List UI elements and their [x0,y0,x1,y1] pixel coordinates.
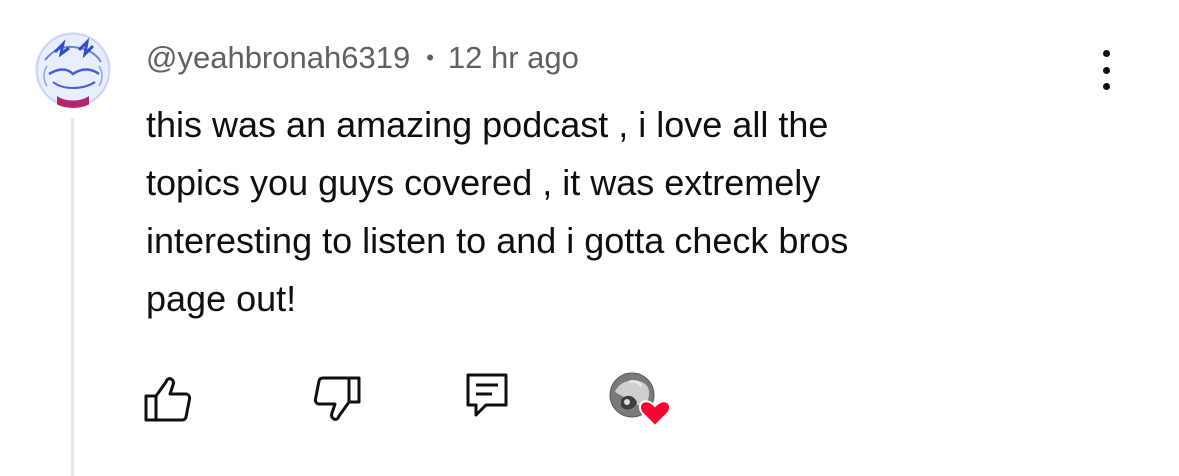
dislike-button[interactable] [313,376,361,422]
comment-timestamp: 12 hr ago [447,40,579,75]
like-button[interactable] [144,376,192,422]
thumbs-up-icon [144,377,192,422]
comment-text-line: topics you guys covered , it was extreme… [146,162,821,203]
author-avatar[interactable] [35,32,111,108]
more-options-button[interactable] [1088,46,1124,94]
comment-text-line: this was an amazing podcast , i love all… [146,104,829,145]
reply-thread-line [71,118,74,476]
comment-text-line: interesting to listen to and i gotta che… [146,220,849,261]
comment-text: this was an amazing podcast , i love all… [146,96,1026,328]
reply-comment-icon [466,373,508,417]
avatar-illustration-icon [35,32,111,108]
reply-button[interactable] [466,373,508,417]
thumbs-down-icon [313,376,361,421]
comment-text-line: page out! [146,278,297,319]
vertical-ellipsis-icon [1102,50,1110,57]
meta-separator: • [426,45,434,70]
creator-heart-badge [609,372,671,428]
author-handle[interactable]: @yeahbronah6319 [146,40,410,76]
ellipsis-dot [1102,66,1110,74]
comment-meta: @yeahbronah6319 • 12 hr ago [146,38,579,78]
creator-avatar-heart-icon [609,372,671,428]
ellipsis-dot [1102,83,1110,90]
